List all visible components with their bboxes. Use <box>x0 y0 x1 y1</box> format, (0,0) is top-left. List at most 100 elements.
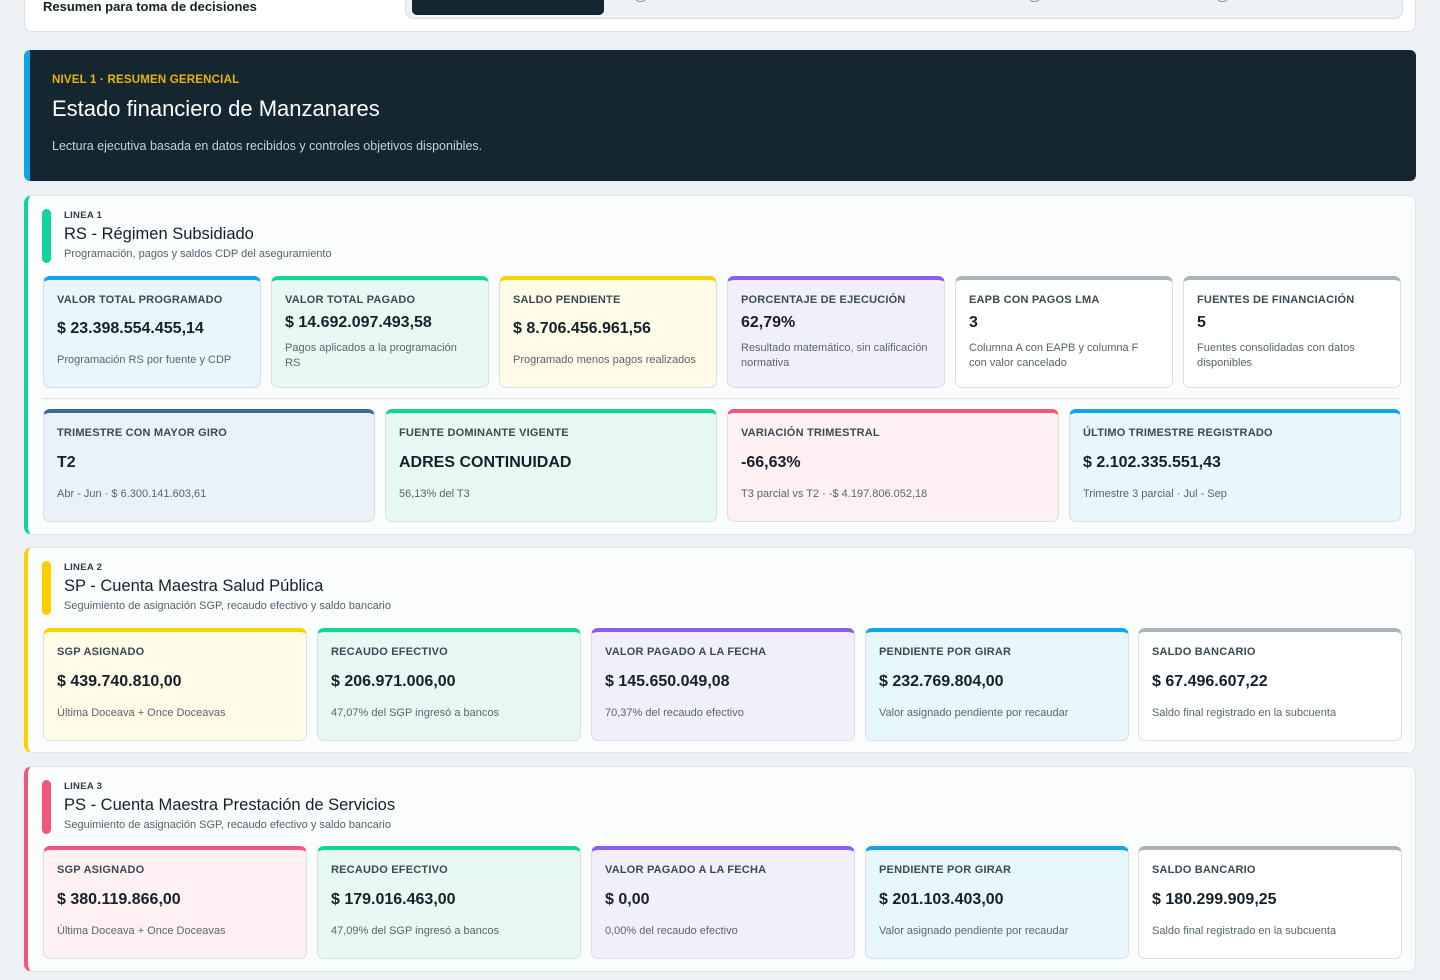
kpi-value: 62,79% <box>741 314 796 331</box>
kpi-value: $ 14.692.097.493,58 <box>285 314 432 331</box>
kpi-note: 47,09% del SGP ingresó a bancos <box>331 925 499 937</box>
kpi-value: $ 8.706.456.961,56 <box>513 320 651 337</box>
banner-eyebrow: NIVEL 1 · RESUMEN GERENCIAL <box>52 74 240 86</box>
kpi-label: SALDO BANCARIO <box>1152 646 1256 658</box>
section-subtitle: Seguimiento de asignación SGP, recaudo e… <box>64 819 391 831</box>
kpi-note: Pagos aplicados a la programación RS <box>285 342 457 369</box>
section-tag: LINEA 2 <box>64 562 103 573</box>
kpi-card-sgp-asignado[interactable]: SGP ASIGNADO $ 380.119.866,00 Última Doc… <box>43 846 307 959</box>
kpi-card-valor-total-programado[interactable]: VALOR TOTAL PROGRAMADO $ 23.398.554.455,… <box>43 276 261 388</box>
kpi-value: $ 23.398.554.455,14 <box>57 320 204 337</box>
line-3-section: LINEA 3 PS - Cuenta Maestra Prestación d… <box>24 766 1416 972</box>
kpi-value: $ 145.650.049,08 <box>605 673 730 690</box>
kpi-note: Valor asignado pendiente por recaudar <box>879 707 1069 719</box>
section-title: PS - Cuenta Maestra Prestación de Servic… <box>64 796 396 814</box>
document-icon[interactable] <box>1028 0 1041 2</box>
kpi-card-fuente-dominante[interactable]: FUENTE DOMINANTE VIGENTE ADRES CONTINUID… <box>385 409 717 522</box>
kpi-note: Trimestre 3 parcial · Jul - Sep <box>1083 488 1227 500</box>
kpi-value: $ 2.102.335.551,43 <box>1083 454 1221 471</box>
kpi-card-recaudo-efectivo[interactable]: RECAUDO EFECTIVO $ 179.016.463,00 47,09%… <box>317 846 581 959</box>
kpi-card-saldo-pendiente[interactable]: SALDO PENDIENTE $ 8.706.456.961,56 Progr… <box>499 276 717 388</box>
section-title: RS - Régimen Subsidiado <box>64 225 254 243</box>
kpi-card-fuentes-financiacion[interactable]: FUENTES DE FINANCIACIÓN 5 Fuentes consol… <box>1183 276 1401 388</box>
kpi-note: 47,07% del SGP ingresó a bancos <box>331 707 499 719</box>
summary-header: Resumen para toma de decisiones <box>24 0 1416 32</box>
kpi-value: T2 <box>57 454 76 471</box>
kpi-card-saldo-bancario[interactable]: SALDO BANCARIO $ 67.496.607,22 Saldo fin… <box>1138 628 1402 741</box>
kpi-value: $ 180.299.909,25 <box>1152 891 1277 908</box>
section-accent <box>42 780 51 834</box>
kpi-value: 3 <box>969 314 978 331</box>
kpi-label: ÚLTIMO TRIMESTRE REGISTRADO <box>1083 427 1273 439</box>
tab-active[interactable] <box>412 0 604 15</box>
kpi-card-ultimo-trimestre[interactable]: ÚLTIMO TRIMESTRE REGISTRADO $ 2.102.335.… <box>1069 409 1401 522</box>
kpi-label: SGP ASIGNADO <box>57 864 145 876</box>
kpi-card-sgp-asignado[interactable]: SGP ASIGNADO $ 439.740.810,00 Última Doc… <box>43 628 307 741</box>
kpi-label: RECAUDO EFECTIVO <box>331 646 448 658</box>
kpi-label: SGP ASIGNADO <box>57 646 145 658</box>
section-tag: LINEA 3 <box>64 781 103 792</box>
kpi-note: Valor asignado pendiente por recaudar <box>879 925 1069 937</box>
kpi-note: Saldo final registrado en la subcuenta <box>1152 925 1337 937</box>
kpi-card-recaudo-efectivo[interactable]: RECAUDO EFECTIVO $ 206.971.006,00 47,07%… <box>317 628 581 741</box>
kpi-note: Columna A con EAPB y columna F con valor… <box>969 342 1139 369</box>
kpi-note: Saldo final registrado en la subcuenta <box>1152 707 1337 719</box>
section-accent <box>42 561 51 615</box>
kpi-label: EAPB CON PAGOS LMA <box>969 294 1100 306</box>
view-tabs <box>405 0 1403 19</box>
kpi-note: Programado menos pagos realizados <box>513 354 696 366</box>
kpi-note: 70,37% del recaudo efectivo <box>605 707 744 719</box>
kpi-label: TRIMESTRE CON MAYOR GIRO <box>57 427 228 439</box>
kpi-card-trimestre-mayor-giro[interactable]: TRIMESTRE CON MAYOR GIRO T2 Abr - Jun · … <box>43 409 375 522</box>
kpi-card-porcentaje-ejecucion[interactable]: PORCENTAJE DE EJECUCIÓN 62,79% Resultado… <box>727 276 945 388</box>
kpi-card-eapb-pagos-lma[interactable]: EAPB CON PAGOS LMA 3 Columna A con EAPB … <box>955 276 1173 388</box>
kpi-note: Última Doceava + Once Doceavas <box>57 707 226 719</box>
kpi-note: Fuentes consolidadas con datos disponibl… <box>1197 342 1355 369</box>
kpi-note: 56,13% del T3 <box>399 488 470 500</box>
kpi-label: VALOR PAGADO A LA FECHA <box>605 646 767 658</box>
section-subtitle: Programación, pagos y saldos CDP del ase… <box>64 248 332 260</box>
kpi-note: 0,00% del recaudo efectivo <box>605 925 738 937</box>
kpi-value: $ 380.119.866,00 <box>57 891 181 908</box>
kpi-note: Última Doceava + Once Doceavas <box>57 925 226 937</box>
kpi-note: Programación RS por fuente y CDP <box>57 354 232 366</box>
kpi-card-valor-pagado[interactable]: VALOR PAGADO A LA FECHA $ 145.650.049,08… <box>591 628 855 741</box>
kpi-card-pendiente-por-girar[interactable]: PENDIENTE POR GIRAR $ 232.769.804,00 Val… <box>865 628 1129 741</box>
kpi-note: T3 parcial vs T2 · -$ 4.197.806.052,18 <box>741 488 928 500</box>
kpi-label: SALDO BANCARIO <box>1152 864 1256 876</box>
banner-title: Estado financiero de Manzanares <box>52 96 380 121</box>
calendar-icon[interactable] <box>1216 0 1229 2</box>
kpi-label: RECAUDO EFECTIVO <box>331 864 448 876</box>
kpi-value: 5 <box>1197 314 1206 331</box>
kpi-label: FUENTE DOMINANTE VIGENTE <box>399 427 569 439</box>
line-2-section: LINEA 2 SP - Cuenta Maestra Salud Públic… <box>24 547 1416 753</box>
executive-summary-banner: NIVEL 1 · RESUMEN GERENCIAL Estado finan… <box>24 50 1416 181</box>
kpi-value: $ 0,00 <box>605 891 650 908</box>
kpi-label: VARIACIÓN TRIMESTRAL <box>741 427 880 439</box>
kpi-label: PENDIENTE POR GIRAR <box>879 864 1012 876</box>
kpi-card-variacion-trimestral[interactable]: VARIACIÓN TRIMESTRAL -66,63% T3 parcial … <box>727 409 1059 522</box>
kpi-card-pendiente-por-girar[interactable]: PENDIENTE POR GIRAR $ 201.103.403,00 Val… <box>865 846 1129 959</box>
kpi-card-valor-pagado[interactable]: VALOR PAGADO A LA FECHA $ 0,00 0,00% del… <box>591 846 855 959</box>
section-subtitle: Seguimiento de asignación SGP, recaudo e… <box>64 600 391 612</box>
kpi-value: $ 232.769.804,00 <box>879 673 1004 690</box>
section-divider <box>42 398 1401 399</box>
section-accent <box>42 209 51 263</box>
kpi-label: SALDO PENDIENTE <box>513 294 621 306</box>
kpi-label: PORCENTAJE DE EJECUCIÓN <box>741 294 906 306</box>
kpi-value: $ 179.016.463,00 <box>331 891 456 908</box>
page-subtitle: Resumen para toma de decisiones <box>43 0 257 14</box>
kpi-value: $ 206.971.006,00 <box>331 673 456 690</box>
line-1-section: LINEA 1 RS - Régimen Subsidiado Programa… <box>24 195 1416 535</box>
kpi-card-valor-total-pagado[interactable]: VALOR TOTAL PAGADO $ 14.692.097.493,58 P… <box>271 276 489 388</box>
kpi-label: PENDIENTE POR GIRAR <box>879 646 1012 658</box>
kpi-note: Resultado matemático, sin calificación n… <box>741 342 928 369</box>
banner-description: Lectura ejecutiva basada en datos recibi… <box>52 139 483 153</box>
section-tag: LINEA 1 <box>64 210 103 221</box>
section-title: SP - Cuenta Maestra Salud Pública <box>64 577 324 595</box>
kpi-label: VALOR TOTAL PAGADO <box>285 294 416 306</box>
clock-icon[interactable] <box>634 0 647 2</box>
kpi-card-saldo-bancario[interactable]: SALDO BANCARIO $ 180.299.909,25 Saldo fi… <box>1138 846 1402 959</box>
kpi-value: $ 67.496.607,22 <box>1152 673 1268 690</box>
kpi-value: $ 439.740.810,00 <box>57 673 182 690</box>
